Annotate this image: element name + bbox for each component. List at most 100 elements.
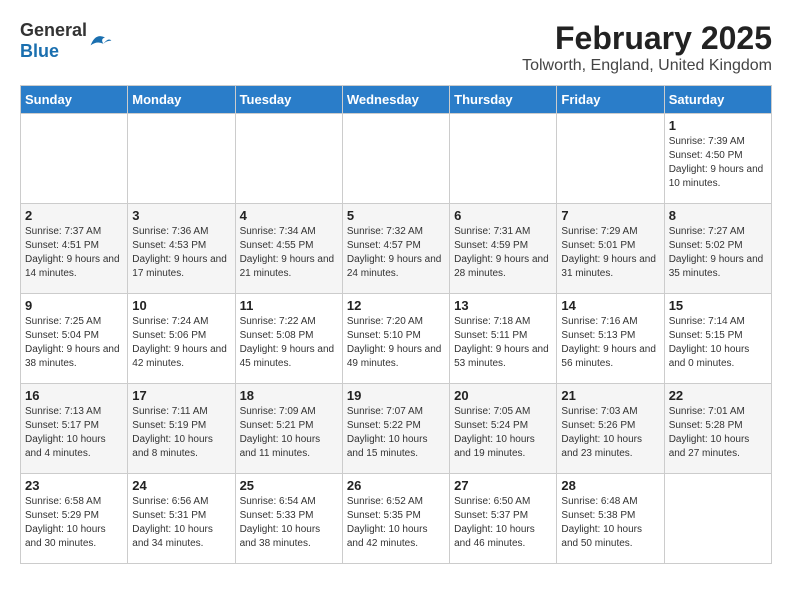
day-info: Sunrise: 7:14 AM Sunset: 5:15 PM Dayligh… (669, 315, 767, 371)
day-info: Sunrise: 7:16 AM Sunset: 5:13 PM Dayligh… (561, 315, 659, 371)
day-cell: 16 Sunrise: 7:13 AM Sunset: 5:17 PM Dayli… (21, 384, 128, 474)
day-cell: 10 Sunrise: 7:24 AM Sunset: 5:06 PM Dayli… (128, 294, 235, 384)
day-number: 27 (454, 478, 552, 493)
day-number: 20 (454, 388, 552, 403)
day-info: Sunrise: 7:01 AM Sunset: 5:28 PM Dayligh… (669, 405, 767, 461)
day-cell (664, 474, 771, 564)
day-cell: 9 Sunrise: 7:25 AM Sunset: 5:04 PM Daylig… (21, 294, 128, 384)
day-cell: 20 Sunrise: 7:05 AM Sunset: 5:24 PM Dayli… (450, 384, 557, 474)
day-number: 10 (132, 298, 230, 313)
day-info: Sunrise: 7:11 AM Sunset: 5:19 PM Dayligh… (132, 405, 230, 461)
col-header-monday: Monday (128, 86, 235, 114)
day-cell: 2 Sunrise: 7:37 AM Sunset: 4:51 PM Daylig… (21, 204, 128, 294)
day-number: 7 (561, 208, 659, 223)
day-cell: 3 Sunrise: 7:36 AM Sunset: 4:53 PM Daylig… (128, 204, 235, 294)
col-header-thursday: Thursday (450, 86, 557, 114)
day-number: 21 (561, 388, 659, 403)
day-info: Sunrise: 7:39 AM Sunset: 4:50 PM Dayligh… (669, 135, 767, 191)
day-number: 24 (132, 478, 230, 493)
week-row-2: 2 Sunrise: 7:37 AM Sunset: 4:51 PM Daylig… (21, 204, 772, 294)
col-header-friday: Friday (557, 86, 664, 114)
day-info: Sunrise: 7:09 AM Sunset: 5:21 PM Dayligh… (240, 405, 338, 461)
day-info: Sunrise: 7:34 AM Sunset: 4:55 PM Dayligh… (240, 225, 338, 281)
day-number: 5 (347, 208, 445, 223)
day-cell: 21 Sunrise: 7:03 AM Sunset: 5:26 PM Dayli… (557, 384, 664, 474)
day-cell (342, 114, 449, 204)
day-cell: 28Sunrise: 6:48 AM Sunset: 5:38 PM Dayli… (557, 474, 664, 564)
day-cell: 5 Sunrise: 7:32 AM Sunset: 4:57 PM Daylig… (342, 204, 449, 294)
day-number: 2 (25, 208, 123, 223)
day-cell: 12 Sunrise: 7:20 AM Sunset: 5:10 PM Dayli… (342, 294, 449, 384)
col-header-wednesday: Wednesday (342, 86, 449, 114)
subtitle: Tolworth, England, United Kingdom (522, 57, 772, 75)
day-cell: 1 Sunrise: 7:39 AM Sunset: 4:50 PM Daylig… (664, 114, 771, 204)
day-info: Sunrise: 7:36 AM Sunset: 4:53 PM Dayligh… (132, 225, 230, 281)
day-info: Sunrise: 6:54 AM Sunset: 5:33 PM Dayligh… (240, 495, 338, 551)
day-number: 16 (25, 388, 123, 403)
day-cell: 27 Sunrise: 6:50 AM Sunset: 5:37 PM Dayli… (450, 474, 557, 564)
col-header-sunday: Sunday (21, 86, 128, 114)
day-cell: 13Sunrise: 7:18 AM Sunset: 5:11 PM Dayli… (450, 294, 557, 384)
day-number: 22 (669, 388, 767, 403)
day-info: Sunrise: 7:07 AM Sunset: 5:22 PM Dayligh… (347, 405, 445, 461)
day-cell: 25 Sunrise: 6:54 AM Sunset: 5:33 PM Dayli… (235, 474, 342, 564)
day-info: Sunrise: 7:27 AM Sunset: 5:02 PM Dayligh… (669, 225, 767, 281)
day-cell: 19 Sunrise: 7:07 AM Sunset: 5:22 PM Dayli… (342, 384, 449, 474)
day-number: 11 (240, 298, 338, 313)
col-header-saturday: Saturday (664, 86, 771, 114)
day-cell: 24 Sunrise: 6:56 AM Sunset: 5:31 PM Dayli… (128, 474, 235, 564)
day-info: Sunrise: 7:05 AM Sunset: 5:24 PM Dayligh… (454, 405, 552, 461)
day-number: 19 (347, 388, 445, 403)
day-cell: 7 Sunrise: 7:29 AM Sunset: 5:01 PM Daylig… (557, 204, 664, 294)
day-info: Sunrise: 7:29 AM Sunset: 5:01 PM Dayligh… (561, 225, 659, 281)
day-cell: 11 Sunrise: 7:22 AM Sunset: 5:08 PM Dayli… (235, 294, 342, 384)
logo-bird-icon (89, 31, 113, 51)
day-number: 12 (347, 298, 445, 313)
day-cell: 14 Sunrise: 7:16 AM Sunset: 5:13 PM Dayli… (557, 294, 664, 384)
day-number: 26 (347, 478, 445, 493)
day-cell: 26 Sunrise: 6:52 AM Sunset: 5:35 PM Dayli… (342, 474, 449, 564)
day-info: Sunrise: 7:22 AM Sunset: 5:08 PM Dayligh… (240, 315, 338, 371)
day-number: 25 (240, 478, 338, 493)
day-number: 23 (25, 478, 123, 493)
day-number: 1 (669, 118, 767, 133)
day-info: Sunrise: 7:32 AM Sunset: 4:57 PM Dayligh… (347, 225, 445, 281)
day-number: 9 (25, 298, 123, 313)
day-number: 6 (454, 208, 552, 223)
day-info: Sunrise: 7:24 AM Sunset: 5:06 PM Dayligh… (132, 315, 230, 371)
day-number: 17 (132, 388, 230, 403)
header-row: SundayMondayTuesdayWednesdayThursdayFrid… (21, 86, 772, 114)
logo: General Blue (20, 20, 113, 62)
day-cell: 17 Sunrise: 7:11 AM Sunset: 5:19 PM Dayli… (128, 384, 235, 474)
day-cell: 6 Sunrise: 7:31 AM Sunset: 4:59 PM Daylig… (450, 204, 557, 294)
col-header-tuesday: Tuesday (235, 86, 342, 114)
day-info: Sunrise: 7:13 AM Sunset: 5:17 PM Dayligh… (25, 405, 123, 461)
day-cell (21, 114, 128, 204)
main-title: February 2025 (522, 20, 772, 57)
day-info: Sunrise: 7:37 AM Sunset: 4:51 PM Dayligh… (25, 225, 123, 281)
day-info: Sunrise: 7:03 AM Sunset: 5:26 PM Dayligh… (561, 405, 659, 461)
day-number: 13 (454, 298, 552, 313)
day-info: Sunrise: 7:20 AM Sunset: 5:10 PM Dayligh… (347, 315, 445, 371)
day-info: Sunrise: 7:31 AM Sunset: 4:59 PM Dayligh… (454, 225, 552, 281)
week-row-1: 1 Sunrise: 7:39 AM Sunset: 4:50 PM Daylig… (21, 114, 772, 204)
day-info: Sunrise: 6:56 AM Sunset: 5:31 PM Dayligh… (132, 495, 230, 551)
day-cell (128, 114, 235, 204)
day-cell: 4Sunrise: 7:34 AM Sunset: 4:55 PM Daylig… (235, 204, 342, 294)
day-info: Sunrise: 6:50 AM Sunset: 5:37 PM Dayligh… (454, 495, 552, 551)
day-number: 14 (561, 298, 659, 313)
day-cell (235, 114, 342, 204)
day-cell: 23 Sunrise: 6:58 AM Sunset: 5:29 PM Dayli… (21, 474, 128, 564)
day-info: Sunrise: 6:58 AM Sunset: 5:29 PM Dayligh… (25, 495, 123, 551)
page-header: General Blue February 2025 Tolworth, Eng… (20, 20, 772, 75)
week-row-4: 16 Sunrise: 7:13 AM Sunset: 5:17 PM Dayli… (21, 384, 772, 474)
day-cell: 15Sunrise: 7:14 AM Sunset: 5:15 PM Dayli… (664, 294, 771, 384)
calendar-table: SundayMondayTuesdayWednesdayThursdayFrid… (20, 85, 772, 564)
day-cell (450, 114, 557, 204)
day-number: 3 (132, 208, 230, 223)
day-info: Sunrise: 7:25 AM Sunset: 5:04 PM Dayligh… (25, 315, 123, 371)
day-cell: 18Sunrise: 7:09 AM Sunset: 5:21 PM Dayli… (235, 384, 342, 474)
day-number: 8 (669, 208, 767, 223)
day-number: 28 (561, 478, 659, 493)
day-info: Sunrise: 6:52 AM Sunset: 5:35 PM Dayligh… (347, 495, 445, 551)
